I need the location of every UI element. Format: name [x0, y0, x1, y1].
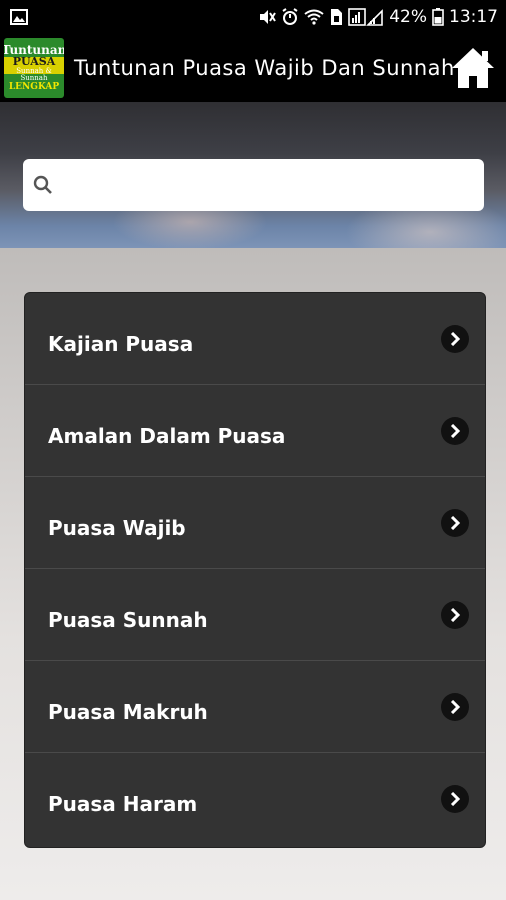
- chevron-right-icon: [441, 785, 469, 813]
- menu-list: Kajian Puasa Amalan Dalam Puasa Puasa Wa…: [24, 292, 486, 848]
- chevron-right-icon: [441, 325, 469, 353]
- chevron-right-icon: [441, 509, 469, 537]
- menu-item-puasa-makruh[interactable]: Puasa Makruh: [25, 661, 485, 753]
- menu-item-puasa-sunnah[interactable]: Puasa Sunnah: [25, 569, 485, 661]
- menu-item-label: Puasa Makruh: [48, 699, 208, 724]
- menu-item-label: Kajian Puasa: [48, 331, 194, 356]
- image-notification-icon: [10, 9, 28, 25]
- signal-icon: [348, 8, 384, 26]
- status-bar: 42% 13:17: [0, 0, 506, 34]
- search-input[interactable]: [61, 173, 484, 197]
- menu-item-puasa-wajib[interactable]: Puasa Wajib: [25, 477, 485, 569]
- app-logo: Tuntunan PUASA Sunnah & Sunnah LENGKAP: [4, 38, 64, 98]
- battery-percent: 42%: [389, 7, 427, 27]
- menu-item-label: Puasa Sunnah: [48, 607, 208, 632]
- status-right: 42% 13:17: [258, 7, 498, 27]
- menu-item-kajian-puasa[interactable]: Kajian Puasa: [25, 293, 485, 385]
- clock: 13:17: [449, 7, 498, 27]
- menu-item-label: Puasa Haram: [48, 792, 198, 816]
- wifi-icon: [304, 9, 324, 25]
- chevron-right-icon: [441, 417, 469, 445]
- app-title: Tuntunan Puasa Wajib Dan Sunnah: [74, 56, 455, 80]
- search-icon: [33, 175, 52, 194]
- mute-icon: [260, 10, 277, 24]
- sim-card-icon: [331, 9, 343, 25]
- chevron-right-icon: [441, 601, 469, 629]
- menu-item-label: Puasa Wajib: [48, 515, 186, 540]
- menu-item-label: Amalan Dalam Puasa: [48, 423, 286, 448]
- home-button[interactable]: [450, 46, 496, 90]
- home-icon: [452, 48, 494, 88]
- battery-icon: [432, 8, 444, 26]
- menu-item-amalan-dalam-puasa[interactable]: Amalan Dalam Puasa: [25, 385, 485, 477]
- logo-line-4: LENGKAP: [8, 81, 60, 92]
- app-bar: Tuntunan PUASA Sunnah & Sunnah LENGKAP T…: [0, 34, 506, 102]
- logo-line-3: Sunnah & Sunnah: [16, 67, 52, 83]
- menu-item-puasa-haram[interactable]: Puasa Haram: [25, 753, 485, 845]
- status-left: [10, 9, 28, 25]
- chevron-right-icon: [441, 693, 469, 721]
- alarm-icon: [282, 8, 298, 25]
- search-box[interactable]: [23, 159, 484, 211]
